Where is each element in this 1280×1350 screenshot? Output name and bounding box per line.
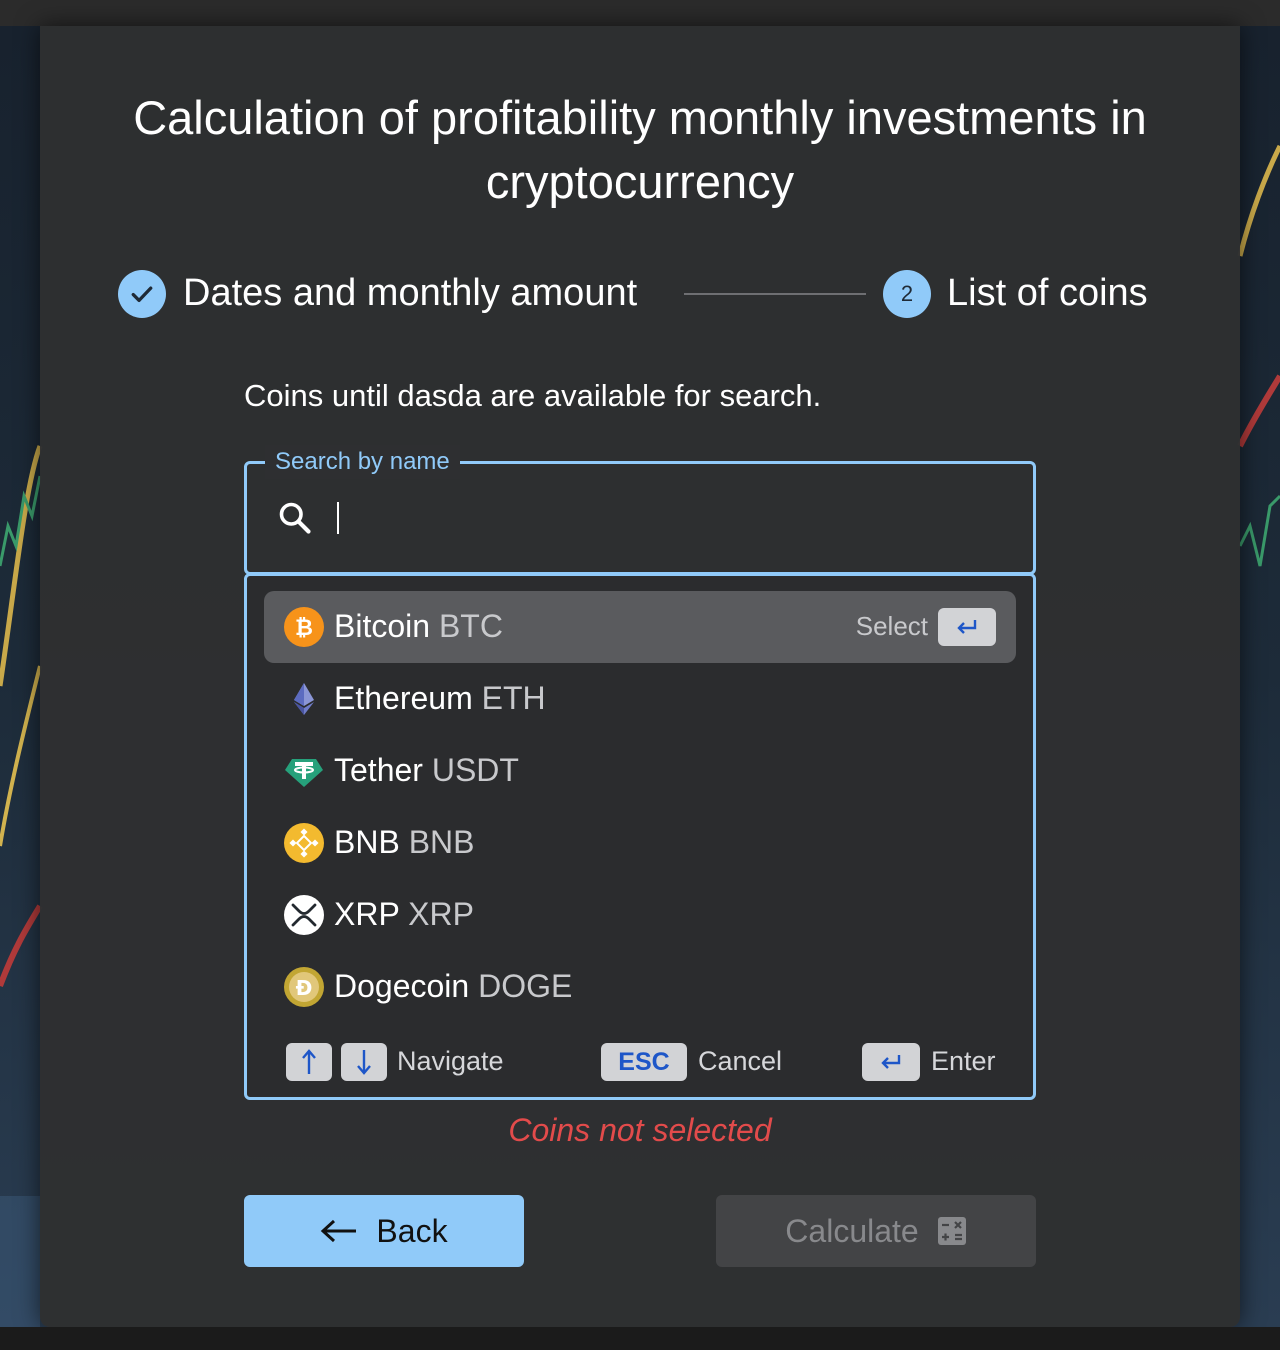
- bitcoin-icon: ₿: [284, 607, 324, 647]
- text-caret: [337, 502, 339, 534]
- coin-option-text: Dogecoin DOGE: [334, 951, 572, 1021]
- page-title: Calculation of profitability monthly inv…: [133, 91, 1147, 208]
- tether-icon: [285, 759, 323, 787]
- enter-key: [862, 1043, 920, 1081]
- enter-icon: [957, 620, 977, 634]
- coin-symbol: BNB: [408, 824, 475, 860]
- ethereum-icon: [294, 683, 314, 715]
- coin-name: XRP: [334, 896, 400, 932]
- step-1-completed-badge: [118, 270, 166, 318]
- coin-option-bitcoin[interactable]: ₿ Bitcoin BTC Select: [264, 591, 1016, 663]
- coin-option-text: BNB BNB: [334, 807, 474, 877]
- calculator-card: Calculation of profitability monthly inv…: [40, 26, 1240, 1327]
- coin-dropdown: ₿ Bitcoin BTC Select Ethereum ETH Tether…: [244, 573, 1036, 1100]
- step-1-label: Dates and monthly amount: [183, 272, 638, 314]
- enter-icon: [881, 1055, 901, 1069]
- coin-name: BNB: [334, 824, 400, 860]
- enter-hint: Enter: [931, 1046, 996, 1076]
- coin-option-tether[interactable]: Tether USDT: [264, 735, 1016, 807]
- step-2-number: 2: [883, 270, 931, 318]
- coin-symbol: BTC: [438, 608, 503, 644]
- coin-option-text: Ethereum ETH: [334, 663, 546, 733]
- arrow-up-key: [286, 1043, 332, 1081]
- search-icon: [279, 502, 311, 534]
- cancel-hint: Cancel: [698, 1046, 783, 1076]
- bottom-bar: [0, 1327, 1280, 1350]
- check-icon: [131, 286, 153, 303]
- top-bar: [0, 0, 1280, 26]
- coin-option-ethereum[interactable]: Ethereum ETH: [264, 663, 1016, 735]
- calculate-button-label: Calculate: [785, 1212, 919, 1249]
- enter-key-badge: [938, 608, 996, 646]
- coin-option-text: Tether USDT: [334, 735, 519, 805]
- back-button[interactable]: Back: [244, 1195, 524, 1267]
- coin-symbol: DOGE: [478, 968, 573, 1004]
- esc-key: ESC: [601, 1043, 687, 1081]
- arrow-left-icon: [321, 1219, 357, 1243]
- coin-option-text: Bitcoin BTC: [334, 591, 503, 661]
- bnb-icon: [284, 823, 324, 863]
- coin-option-text: XRP XRP: [334, 879, 474, 949]
- svg-text:₿: ₿: [295, 616, 313, 641]
- coin-name: Dogecoin: [334, 968, 470, 1004]
- back-button-label: Back: [376, 1212, 448, 1249]
- arrow-down-key: [341, 1043, 387, 1081]
- coin-name: Tether: [334, 752, 423, 788]
- xrp-icon: [284, 895, 324, 935]
- coin-name: Ethereum: [334, 680, 473, 716]
- calculate-button[interactable]: Calculate: [716, 1195, 1036, 1267]
- coin-option-xrp[interactable]: XRP XRP: [264, 879, 1016, 951]
- coin-symbol: USDT: [431, 752, 519, 788]
- coin-symbol: XRP: [408, 896, 474, 932]
- arrow-down-icon: [357, 1050, 371, 1075]
- svg-text:Đ: Đ: [296, 976, 313, 1000]
- step-connector: [684, 293, 866, 295]
- step-2-label: List of coins: [947, 272, 1148, 314]
- search-field[interactable]: Search by name: [244, 445, 1036, 575]
- navigate-hint: Navigate: [397, 1046, 504, 1076]
- calculator-icon: [937, 1217, 966, 1245]
- coin-option-bnb[interactable]: BNB BNB: [264, 807, 1016, 879]
- search-label: Search by name: [265, 445, 460, 479]
- error-message: Coins not selected: [508, 1112, 772, 1148]
- coin-name: Bitcoin: [334, 608, 431, 644]
- search-input[interactable]: [347, 492, 1011, 544]
- search-availability-hint: Coins until dasda are available for sear…: [244, 378, 822, 413]
- coin-option-dogecoin[interactable]: Đ Dogecoin DOGE: [264, 951, 1016, 1023]
- select-hint: Select: [855, 611, 928, 641]
- arrow-up-icon: [302, 1049, 316, 1074]
- stepper: Dates and monthly amount 2 List of coins: [118, 270, 1168, 318]
- coin-symbol: ETH: [481, 680, 546, 716]
- dogecoin-icon: Đ: [284, 967, 324, 1007]
